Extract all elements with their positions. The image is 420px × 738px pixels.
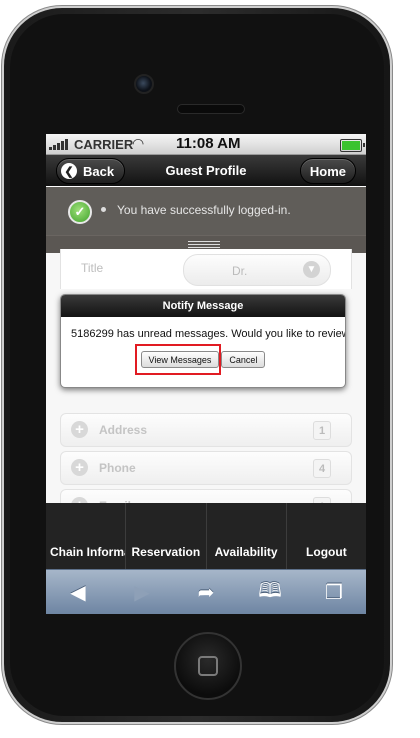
- title-field-row: Title Dr. ▼: [60, 249, 352, 289]
- count-badge: 1: [313, 421, 331, 440]
- forward-arrow-icon[interactable]: ▶: [122, 580, 162, 605]
- header-bar: ❮ Back Guest Profile Home: [46, 155, 366, 186]
- section-label: Phone: [99, 461, 136, 475]
- banner-message: You have successfully logged-in.: [117, 203, 291, 217]
- signal-icon: [49, 139, 68, 150]
- back-arrow-icon[interactable]: ◀: [58, 580, 98, 605]
- status-time: 11:08 AM: [176, 135, 241, 152]
- status-bar: CARRIER ◠ 11:08 AM: [46, 134, 366, 155]
- tab-label: Chain Information: [50, 545, 125, 559]
- wifi-icon: ◠: [132, 135, 145, 151]
- plus-icon: +: [71, 421, 88, 438]
- title-select-value: Dr.: [232, 264, 248, 278]
- title-label: Title: [81, 261, 104, 275]
- tab-logout[interactable]: Logout: [285, 503, 366, 569]
- check-icon: ✓: [68, 200, 92, 224]
- pages-icon[interactable]: ❐: [314, 580, 354, 605]
- highlight-box: [135, 344, 221, 375]
- section-address[interactable]: + Address 1: [60, 413, 352, 447]
- count-badge: 4: [313, 459, 331, 478]
- tab-label: Logout: [306, 545, 347, 559]
- browser-toolbar: ◀ ▶ ➦ 🕮 ❐: [46, 569, 366, 614]
- bullet-icon: [101, 207, 106, 212]
- battery-icon: [340, 139, 365, 152]
- section-phone[interactable]: + Phone 4: [60, 451, 352, 485]
- tab-label: Reservation: [131, 545, 201, 559]
- carrier-name: CARRIER: [74, 137, 134, 152]
- home-button[interactable]: Home: [299, 158, 356, 184]
- camera-icon: [134, 74, 154, 94]
- home-square-icon: [198, 656, 218, 676]
- bottom-tab-bar: Chain Information Reservation Availabili…: [46, 503, 366, 569]
- share-icon[interactable]: ➦: [186, 580, 226, 605]
- hardware-home-button[interactable]: [174, 632, 242, 700]
- plus-icon: +: [71, 459, 88, 476]
- tab-chain-information[interactable]: Chain Information: [46, 503, 125, 569]
- tab-availability[interactable]: Availability: [205, 503, 286, 569]
- bookmarks-icon[interactable]: 🕮: [250, 576, 290, 610]
- section-label: Address: [99, 423, 148, 437]
- tab-label: Availability: [214, 545, 278, 559]
- title-select[interactable]: Dr. ▼: [183, 254, 331, 286]
- success-banner: ✓ You have successfully logged-in.: [46, 187, 366, 235]
- chevron-down-icon: ▼: [303, 261, 320, 278]
- tab-reservation[interactable]: Reservation: [125, 503, 205, 569]
- dialog-title: Notify Message: [61, 295, 345, 317]
- speaker-grille: [177, 104, 245, 114]
- cancel-button[interactable]: Cancel: [221, 351, 266, 368]
- dialog-message: 5186299 has unread messages. Would you l…: [71, 328, 346, 340]
- screen: CARRIER ◠ 11:08 AM ❮ Back Guest Profile …: [46, 134, 366, 614]
- phone-frame: CARRIER ◠ 11:08 AM ❮ Back Guest Profile …: [4, 8, 390, 722]
